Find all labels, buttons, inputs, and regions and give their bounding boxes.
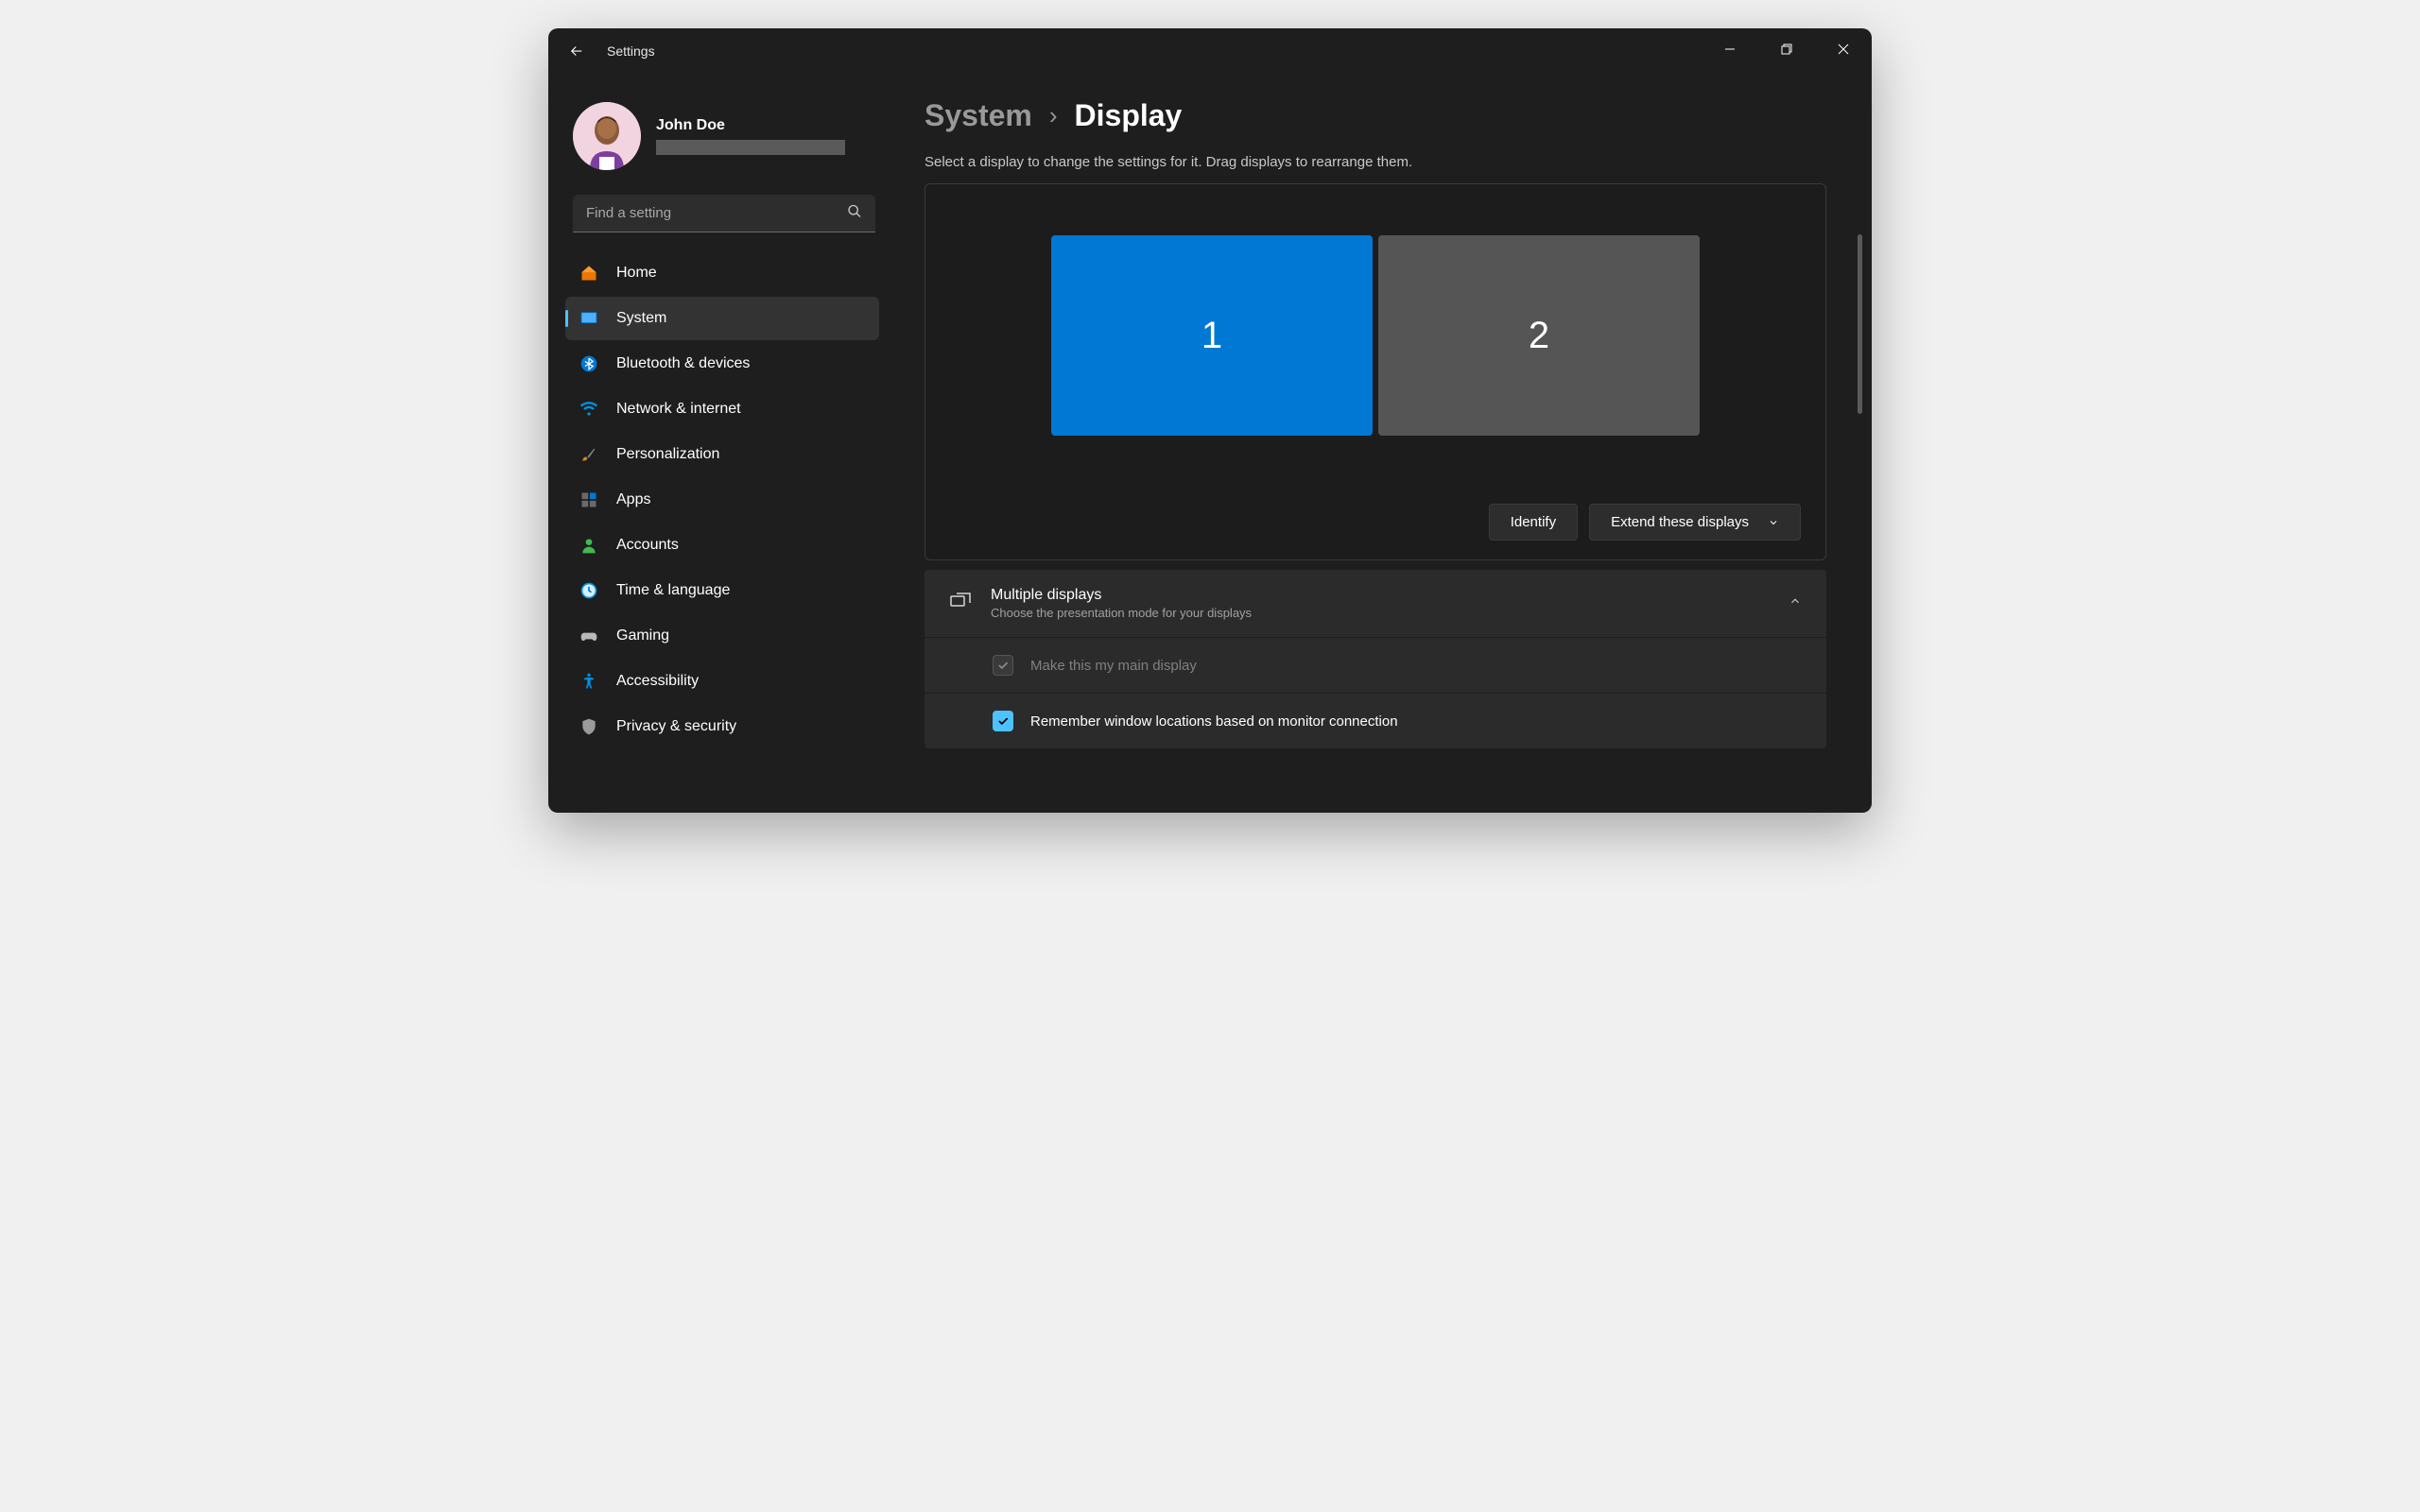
sidebar-item-label: Apps [616, 491, 650, 508]
breadcrumb: System › Display [925, 98, 1826, 133]
close-button[interactable] [1815, 28, 1872, 70]
close-icon [1838, 43, 1849, 55]
expander-subtitle: Choose the presentation mode for your di… [991, 606, 1770, 620]
expander-title: Multiple displays [991, 587, 1770, 604]
breadcrumb-current: Display [1075, 98, 1183, 133]
sidebar-item-personalization[interactable]: Personalization [565, 433, 879, 476]
sidebar-item-label: Bluetooth & devices [616, 355, 750, 372]
extend-dropdown[interactable]: Extend these displays [1589, 504, 1801, 541]
content-area: John Doe Home System Blu [548, 74, 1872, 813]
sidebar-item-home[interactable]: Home [565, 251, 879, 295]
sidebar-item-label: Privacy & security [616, 718, 736, 735]
sidebar-item-accounts[interactable]: Accounts [565, 524, 879, 567]
instruction-text: Select a display to change the settings … [925, 154, 1826, 170]
sidebar-item-gaming[interactable]: Gaming [565, 614, 879, 658]
search-wrapper [573, 195, 875, 232]
system-icon [579, 308, 599, 329]
titlebar: Settings [548, 28, 1872, 74]
display-monitor-2[interactable]: 2 [1378, 235, 1700, 436]
option-label: Make this my main display [1030, 658, 1197, 674]
scrollbar-thumb[interactable] [1858, 234, 1862, 414]
arrow-left-icon [568, 43, 585, 60]
sidebar-item-system[interactable]: System [565, 297, 879, 340]
search-input[interactable] [573, 195, 875, 232]
sidebar-item-bluetooth[interactable]: Bluetooth & devices [565, 342, 879, 386]
sidebar-item-apps[interactable]: Apps [565, 478, 879, 522]
panel-actions: Identify Extend these displays [950, 504, 1801, 541]
option-main-display: Make this my main display [925, 637, 1826, 693]
option-label: Remember window locations based on monit… [1030, 713, 1398, 730]
expander-titles: Multiple displays Choose the presentatio… [991, 587, 1770, 620]
wifi-icon [579, 399, 599, 420]
expander-header[interactable]: Multiple displays Choose the presentatio… [925, 570, 1826, 637]
chevron-down-icon [1768, 517, 1779, 528]
sidebar-item-privacy[interactable]: Privacy & security [565, 705, 879, 748]
sidebar-item-accessibility[interactable]: Accessibility [565, 660, 879, 703]
sidebar-item-network[interactable]: Network & internet [565, 387, 879, 431]
option-remember-locations: Remember window locations based on monit… [925, 693, 1826, 748]
sidebar-item-label: Gaming [616, 627, 669, 644]
check-icon [996, 659, 1010, 672]
person-icon [579, 535, 599, 556]
home-icon [579, 263, 599, 284]
sidebar-item-label: System [616, 310, 666, 327]
sidebar-item-label: Personalization [616, 446, 719, 463]
multiple-displays-expander: Multiple displays Choose the presentatio… [925, 570, 1826, 748]
display-canvas[interactable]: 1 2 [950, 235, 1801, 436]
accessibility-icon [579, 671, 599, 692]
apps-icon [579, 490, 599, 510]
display-monitor-1[interactable]: 1 [1051, 235, 1373, 436]
bluetooth-icon [579, 353, 599, 374]
identify-button[interactable]: Identify [1489, 504, 1578, 541]
maximize-icon [1781, 43, 1792, 55]
window-controls [1702, 28, 1872, 70]
avatar [573, 102, 641, 170]
chevron-up-icon [1789, 594, 1802, 612]
sidebar-item-label: Time & language [616, 582, 730, 599]
clock-icon [579, 580, 599, 601]
sidebar-item-time[interactable]: Time & language [565, 569, 879, 612]
profile-email-redacted [656, 140, 845, 155]
displays-icon [949, 590, 972, 617]
sidebar-item-label: Home [616, 265, 657, 282]
sidebar-item-label: Network & internet [616, 401, 741, 418]
breadcrumb-parent[interactable]: System [925, 98, 1032, 133]
chevron-right-icon: › [1049, 101, 1058, 130]
minimize-button[interactable] [1702, 28, 1758, 70]
minimize-icon [1724, 43, 1736, 55]
profile-name: John Doe [656, 117, 845, 134]
checkbox-remember-locations[interactable] [993, 711, 1013, 731]
app-title: Settings [607, 43, 655, 59]
sidebar-item-label: Accounts [616, 537, 679, 554]
profile-section[interactable]: John Doe [565, 91, 887, 191]
display-arrangement-panel: 1 2 Identify Extend these displays [925, 183, 1826, 560]
shield-icon [579, 716, 599, 737]
sidebar: John Doe Home System Blu [548, 74, 898, 813]
maximize-button[interactable] [1758, 28, 1815, 70]
profile-info: John Doe [656, 117, 845, 155]
checkbox-main-display [993, 655, 1013, 676]
settings-window: Settings John Doe [548, 28, 1872, 813]
brush-icon [579, 444, 599, 465]
search-icon [847, 204, 862, 224]
sidebar-item-label: Accessibility [616, 673, 699, 690]
back-button[interactable] [560, 34, 594, 68]
nav-list: Home System Bluetooth & devices Network … [565, 251, 887, 748]
check-icon [996, 714, 1010, 728]
gamepad-icon [579, 626, 599, 646]
main-content: System › Display Select a display to cha… [898, 74, 1872, 813]
